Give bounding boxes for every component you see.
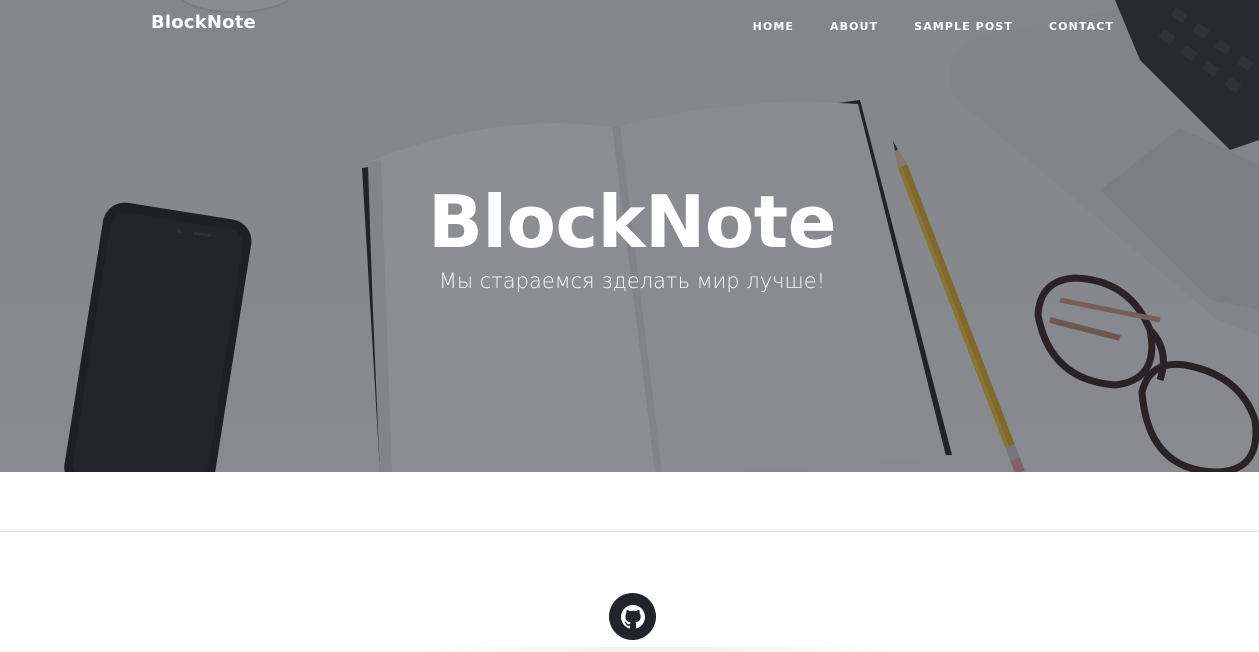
nav-link-contact[interactable]: CONTACT <box>1049 20 1114 33</box>
github-icon <box>620 604 645 628</box>
nav-link-sample-post[interactable]: SAMPLE POST <box>914 20 1013 33</box>
nav-item-about: ABOUT <box>830 17 878 35</box>
site-title: BlockNote <box>427 180 837 264</box>
hero-header: BlockNote HOME ABOUT SAMPLE POST CONTACT… <box>0 0 1259 472</box>
nav-link-home[interactable]: HOME <box>753 20 794 33</box>
nav-item-sample-post: SAMPLE POST <box>914 17 1013 35</box>
footer-shade <box>418 647 894 652</box>
site-heading: BlockNote Мы стараемся зделать мир лучше… <box>0 180 1259 298</box>
site-subtitle: Мы стараемся зделать мир лучше! <box>438 269 826 293</box>
brand-link[interactable]: BlockNote <box>151 12 256 33</box>
nav-item-contact: CONTACT <box>1049 17 1114 35</box>
nav-links: HOME ABOUT SAMPLE POST CONTACT <box>753 17 1114 35</box>
nav-item-home: HOME <box>753 17 794 35</box>
top-navbar: BlockNote HOME ABOUT SAMPLE POST CONTACT <box>0 0 1259 48</box>
github-link[interactable] <box>609 593 656 640</box>
footer <box>0 532 1259 652</box>
nav-link-about[interactable]: ABOUT <box>830 20 878 33</box>
page: BlockNote HOME ABOUT SAMPLE POST CONTACT… <box>0 0 1259 652</box>
